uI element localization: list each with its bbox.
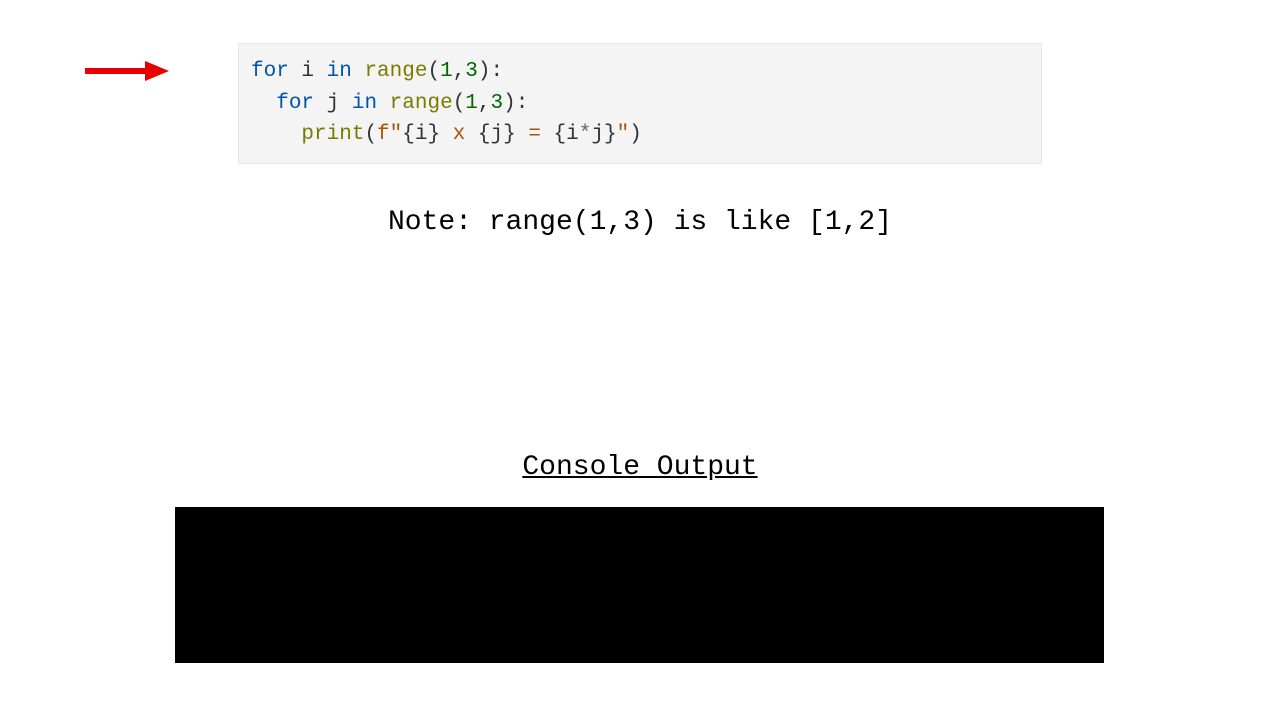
code-block: for i in range(1,3): for j in range(1,3)… xyxy=(238,43,1042,164)
keyword-for: for xyxy=(251,60,289,83)
fn-range: range xyxy=(364,60,427,83)
keyword-in: in xyxy=(352,92,377,115)
console-output-panel xyxy=(175,507,1104,663)
code-line-2: for j in range(1,3): xyxy=(251,88,1029,120)
code-line-3: print(f"{i} x {j} = {i*j}") xyxy=(251,119,1029,151)
fn-print: print xyxy=(301,123,364,146)
pointer-arrow-icon xyxy=(85,60,170,87)
console-output-heading: Console Output xyxy=(0,452,1280,483)
keyword-in: in xyxy=(327,60,352,83)
code-line-1: for i in range(1,3): xyxy=(251,56,1029,88)
fn-range: range xyxy=(390,92,453,115)
keyword-for: for xyxy=(276,92,314,115)
note-text: Note: range(1,3) is like [1,2] xyxy=(0,207,1280,238)
